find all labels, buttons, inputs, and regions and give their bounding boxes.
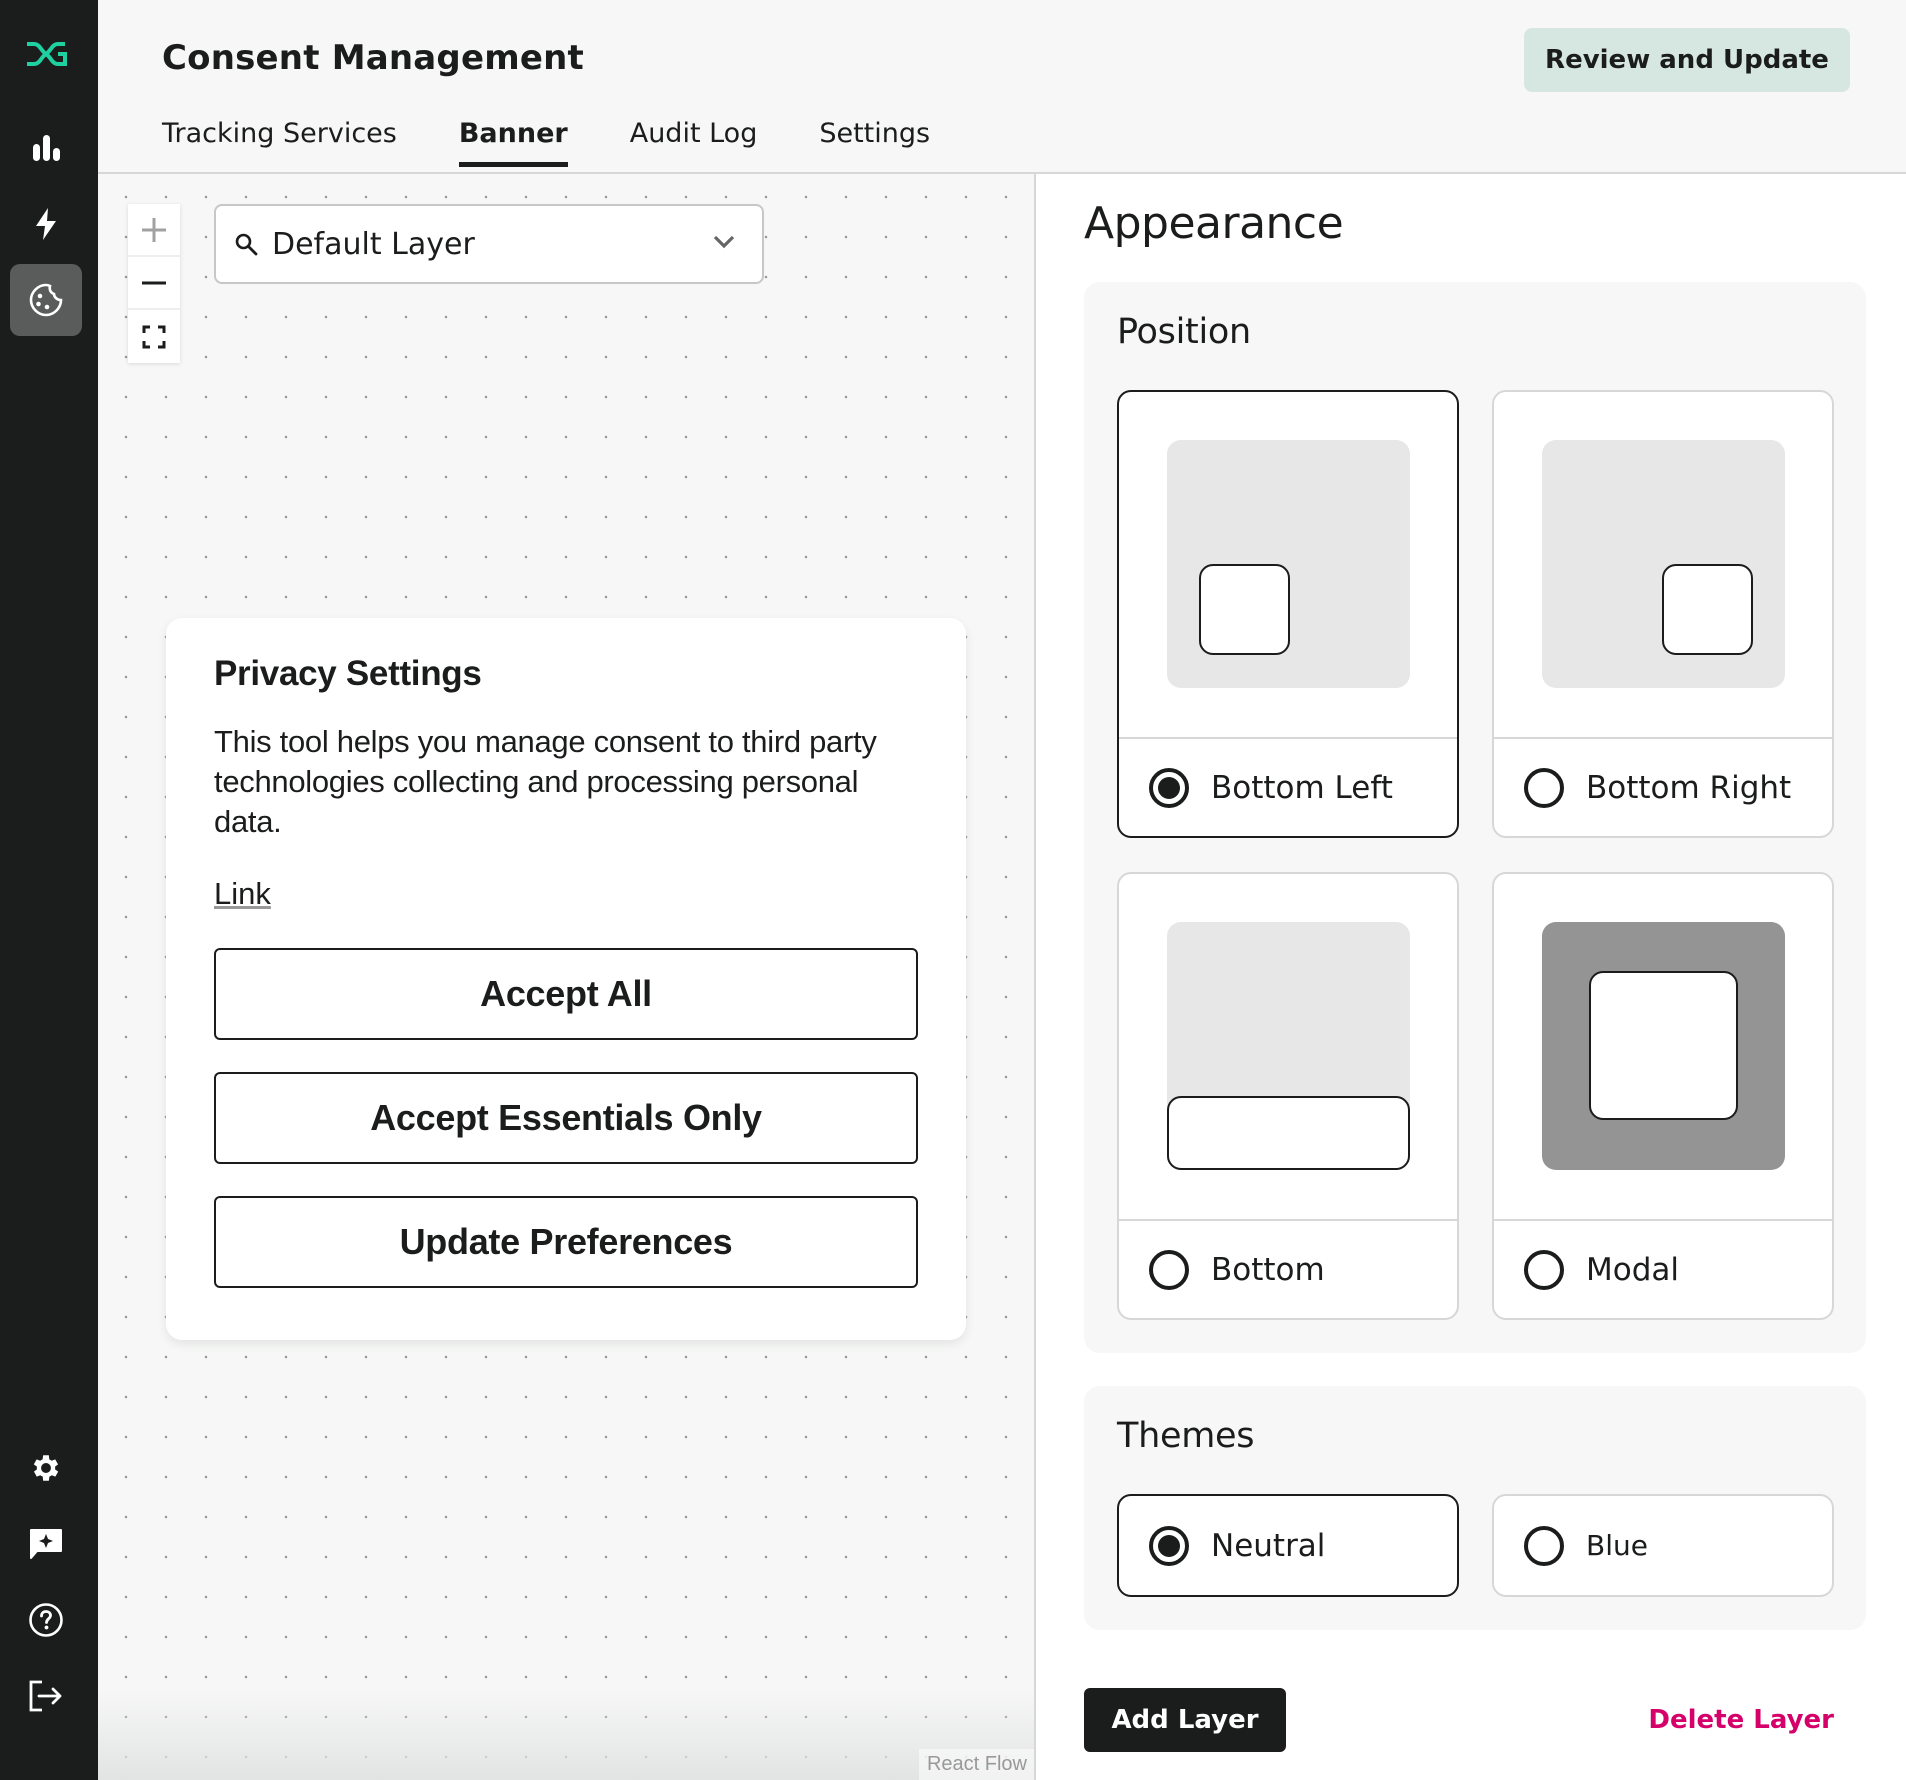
accept-all-button[interactable]: Accept All <box>214 948 918 1040</box>
radio-selected[interactable] <box>1149 1525 1189 1566</box>
banner-link[interactable]: Link <box>214 876 271 912</box>
fit-view-icon <box>142 325 166 348</box>
position-option-bottom[interactable]: Bottom <box>1117 872 1459 1320</box>
themes-title: Themes <box>1117 1416 1255 1456</box>
preview-banner <box>1167 1096 1410 1170</box>
zoom-controls <box>128 204 180 363</box>
radio-unselected[interactable] <box>1524 1525 1564 1566</box>
search-icon <box>235 233 258 256</box>
preview-screen <box>1542 440 1785 688</box>
sidebar-item-help[interactable] <box>10 1584 82 1656</box>
layer-select-value: Default Layer <box>272 226 475 262</box>
dg-logo-icon <box>27 42 67 66</box>
sparkle-chat-icon <box>30 1529 62 1559</box>
appearance-panel: Appearance Position Bottom Left Bottom R… <box>1036 174 1906 1780</box>
flow-canvas[interactable]: Default Layer Privacy Settings This tool… <box>98 174 1035 1780</box>
sidebar-item-analytics[interactable] <box>10 112 82 184</box>
help-circle-icon <box>29 1603 63 1637</box>
page-title: Consent Management <box>162 38 584 78</box>
gear-icon <box>33 1455 59 1481</box>
react-flow-attribution[interactable]: React Flow <box>918 1749 1035 1780</box>
tab-bar: Tracking Services Banner Audit Log Setti… <box>162 118 992 167</box>
page-header: Consent Management Review and Update Tra… <box>98 0 1906 174</box>
tab-banner[interactable]: Banner <box>458 118 568 167</box>
theme-option-blue[interactable]: Blue <box>1492 1494 1834 1597</box>
canvas-fade <box>98 1690 1035 1780</box>
zoom-out-button[interactable] <box>128 257 180 310</box>
option-label: Modal <box>1586 1251 1679 1288</box>
cookie-icon <box>29 283 63 317</box>
layer-select[interactable]: Default Layer <box>214 204 764 284</box>
tab-settings[interactable]: Settings <box>819 118 930 167</box>
banner-title: Privacy Settings <box>214 654 482 693</box>
option-label: Bottom Left <box>1211 769 1393 806</box>
position-title: Position <box>1117 312 1251 352</box>
radio-unselected[interactable] <box>1524 767 1564 808</box>
fit-view-button[interactable] <box>128 310 180 363</box>
logo[interactable] <box>10 18 82 90</box>
option-label: Bottom Right <box>1586 769 1792 806</box>
minus-icon <box>142 281 166 284</box>
themes-section: Themes Neutral Blue <box>1084 1386 1866 1630</box>
plus-icon <box>142 217 166 242</box>
zoom-in-button[interactable] <box>128 204 180 257</box>
banner-preview-card[interactable]: Privacy Settings This tool helps you man… <box>166 618 966 1340</box>
preview-screen <box>1167 440 1410 688</box>
position-option-bottom-left[interactable]: Bottom Left <box>1117 390 1459 838</box>
sidebar-item-feedback[interactable] <box>10 1508 82 1580</box>
update-preferences-button[interactable]: Update Preferences <box>214 1196 918 1288</box>
radio-unselected[interactable] <box>1149 1249 1189 1290</box>
theme-option-neutral[interactable]: Neutral <box>1117 1494 1459 1597</box>
sidebar-item-logout[interactable] <box>10 1660 82 1732</box>
preview-screen <box>1542 922 1785 1170</box>
chevron-down-icon <box>713 235 735 249</box>
delete-layer-button[interactable]: Delete Layer <box>1648 1688 1834 1752</box>
position-option-bottom-right[interactable]: Bottom Right <box>1492 390 1834 838</box>
preview-banner <box>1662 564 1753 655</box>
tab-audit-log[interactable]: Audit Log <box>630 118 758 167</box>
option-label: Bottom <box>1211 1251 1325 1288</box>
option-label: Neutral <box>1211 1527 1326 1564</box>
position-option-modal[interactable]: Modal <box>1492 872 1834 1320</box>
accept-essentials-only-button[interactable]: Accept Essentials Only <box>214 1072 918 1164</box>
bar-chart-icon <box>33 135 60 161</box>
appearance-title: Appearance <box>1084 198 1344 249</box>
tab-tracking-services[interactable]: Tracking Services <box>162 118 397 167</box>
position-section: Position Bottom Left Bottom Right Bottom… <box>1084 282 1866 1353</box>
preview-screen <box>1167 922 1410 1170</box>
banner-buttons: Accept All Accept Essentials Only Update… <box>214 948 918 1288</box>
sidebar <box>0 0 98 1780</box>
radio-selected[interactable] <box>1149 767 1189 808</box>
sidebar-item-automation[interactable] <box>10 188 82 260</box>
lightning-icon <box>36 208 56 240</box>
option-label: Blue <box>1586 1529 1648 1562</box>
preview-banner <box>1199 564 1290 655</box>
logout-icon <box>29 1680 62 1712</box>
banner-description: This tool helps you manage consent to th… <box>214 724 877 839</box>
sidebar-item-consent-management[interactable] <box>10 264 82 336</box>
sidebar-item-settings[interactable] <box>10 1432 82 1504</box>
radio-unselected[interactable] <box>1524 1249 1564 1290</box>
add-layer-button[interactable]: Add Layer <box>1084 1688 1286 1752</box>
review-and-update-button[interactable]: Review and Update <box>1524 28 1850 92</box>
preview-banner <box>1589 971 1738 1120</box>
